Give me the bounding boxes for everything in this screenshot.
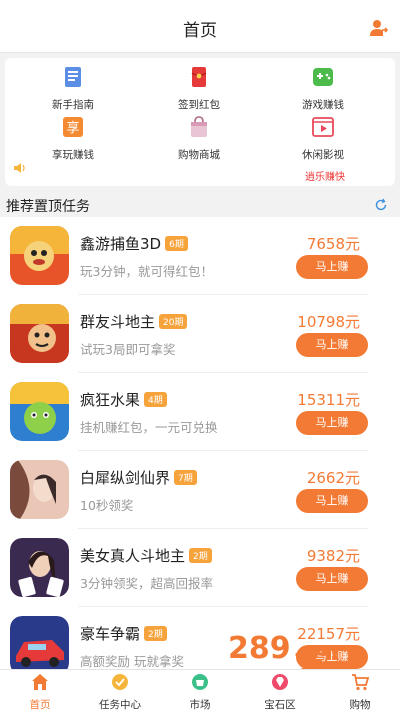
cart-icon — [352, 674, 370, 691]
game-icon-landlord — [10, 304, 69, 363]
quick-access-card: 新手指南 签到红包 游戏赚钱 享 享玩赚钱 购物商城 休闲影视 逍乐赚快 — [5, 58, 395, 186]
task-desc: 挂机赚红包，一元可兑换 — [80, 420, 218, 435]
bottom-tab-bar: 首页 任务中心 市场 宝石区 购物 — [0, 669, 400, 712]
quick-item-game[interactable]: 游戏赚钱 — [273, 64, 373, 112]
quick-item-label: 休闲影视 — [302, 149, 344, 161]
tab-market[interactable]: 市场 — [160, 672, 240, 712]
tab-task-center[interactable]: 任务中心 — [80, 672, 160, 712]
game-icon-sword — [10, 460, 69, 519]
earn-now-button[interactable]: 马上赚 — [296, 567, 368, 591]
task-title: 美女真人斗地主 — [80, 547, 186, 565]
speaker-icon — [14, 163, 25, 173]
shopping-bag-icon — [191, 116, 207, 137]
task-name: 群友斗地主 20期 — [80, 311, 188, 332]
watermark-brand: 289 — [228, 631, 291, 666]
home-icon — [32, 674, 48, 690]
task-reward: 7658元 — [306, 235, 360, 253]
period-badge: 4期 — [144, 392, 167, 407]
task-desc: 玩3分钟，就可得红包！ — [80, 264, 213, 279]
quick-item-label: 签到红包 — [178, 99, 220, 111]
page-title: 首页 — [183, 21, 217, 41]
app-header: 首页 — [0, 0, 400, 53]
task-list: 鑫游捕鱼3D 6期 玩3分钟，就可得红包！ 7658元 马上赚 群友斗地主 20期 … — [0, 217, 400, 669]
task-reward: 9382元 — [306, 547, 360, 565]
game-icon-fruit — [10, 382, 69, 441]
period-badge: 6期 — [165, 236, 188, 251]
gamepad-icon — [313, 68, 333, 86]
task-title: 群友斗地主 — [80, 313, 156, 331]
task-title: 豪车争霸 — [80, 625, 141, 643]
task-reward: 10798元 — [297, 313, 360, 331]
quick-item-label: 游戏赚钱 — [302, 99, 344, 111]
task-desc: 高额奖励 玩就拿奖 — [80, 654, 184, 669]
quick-item-video[interactable]: 休闲影视 — [273, 114, 373, 162]
period-badge: 7期 — [174, 470, 197, 485]
quick-item-share-play[interactable]: 享 享玩赚钱 — [23, 114, 123, 162]
user-icon[interactable] — [368, 18, 388, 38]
earn-now-button[interactable]: 马上赚 — [296, 255, 368, 279]
tab-label: 宝石区 — [264, 699, 296, 711]
section-title: 推荐置顶任务 — [6, 199, 90, 215]
task-center-icon — [112, 674, 128, 690]
gem-icon — [272, 674, 288, 690]
tab-home[interactable]: 首页 — [0, 672, 80, 712]
game-icon-racing — [10, 616, 69, 669]
refresh-icon[interactable] — [374, 198, 388, 212]
task-name: 疯狂水果 4期 — [80, 389, 167, 410]
quick-item-signin[interactable]: 签到红包 — [149, 64, 249, 112]
tab-label: 购物 — [349, 699, 371, 711]
quick-item-label: 新手指南 — [52, 99, 94, 111]
task-desc: 试玩3局即可拿奖 — [80, 342, 176, 357]
task-row[interactable]: 白犀纵剑仙界 7期 10秒领奖 2662元 马上赚 — [0, 451, 400, 529]
video-icon — [312, 117, 334, 137]
quick-item-guide[interactable]: 新手指南 — [23, 64, 123, 112]
tab-label: 市场 — [189, 699, 211, 711]
tab-label: 首页 — [29, 699, 51, 711]
task-desc: 3分钟领奖，超高回报率 — [80, 576, 213, 591]
task-row[interactable]: 鑫游捕鱼3D 6期 玩3分钟，就可得红包！ 7658元 马上赚 — [0, 217, 400, 295]
task-name: 豪车争霸 2期 — [80, 623, 167, 644]
game-icon-fishing — [10, 226, 69, 285]
quick-item-label: 购物商城 — [178, 149, 220, 161]
task-title: 疯狂水果 — [80, 391, 141, 409]
tab-gem[interactable]: 宝石区 — [240, 672, 320, 712]
market-icon — [192, 674, 208, 690]
period-badge: 2期 — [189, 548, 212, 563]
earn-now-button[interactable]: 马上赚 — [296, 333, 368, 357]
task-name: 白犀纵剑仙界 7期 — [80, 467, 197, 488]
task-reward: 2662元 — [306, 469, 360, 487]
guide-icon — [65, 67, 81, 87]
task-reward: 15311元 — [297, 391, 360, 409]
period-badge: 2期 — [144, 626, 167, 641]
svg-text:享: 享 — [66, 120, 79, 136]
task-row[interactable]: 群友斗地主 20期 试玩3局即可拿奖 10798元 马上赚 — [0, 295, 400, 373]
period-badge: 20期 — [159, 314, 188, 329]
task-name: 美女真人斗地主 2期 — [80, 545, 212, 566]
task-desc: 10秒领奖 — [80, 498, 134, 513]
marquee-text[interactable]: 逍乐赚快 — [305, 168, 345, 183]
task-title: 鑫游捕鱼3D — [80, 235, 162, 253]
earn-now-button[interactable]: 马上赚 — [296, 489, 368, 513]
task-title: 白犀纵剑仙界 — [80, 469, 171, 487]
quick-item-shop[interactable]: 购物商城 — [149, 114, 249, 162]
watermark-suffix: .com — [294, 641, 337, 660]
task-name: 鑫游捕鱼3D 6期 — [80, 233, 188, 254]
tab-label: 任务中心 — [99, 699, 141, 711]
game-icon-cards — [10, 538, 69, 597]
share-play-icon: 享 — [63, 117, 83, 137]
tab-shopping[interactable]: 购物 — [320, 672, 400, 712]
task-row[interactable]: 美女真人斗地主 2期 3分钟领奖，超高回报率 9382元 马上赚 — [0, 529, 400, 607]
quick-item-label: 享玩赚钱 — [52, 149, 94, 161]
red-envelope-icon — [191, 67, 207, 87]
earn-now-button[interactable]: 马上赚 — [296, 411, 368, 435]
task-row[interactable]: 疯狂水果 4期 挂机赚红包，一元可兑换 15311元 马上赚 — [0, 373, 400, 451]
